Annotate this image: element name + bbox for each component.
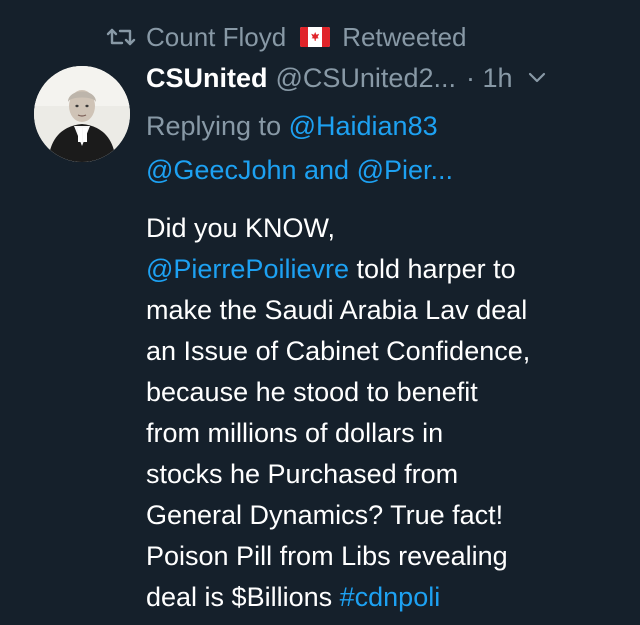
body-line: an Issue of Cabinet Confidence, (146, 336, 531, 366)
body-line: stocks he Purchased from (146, 459, 459, 489)
body-text-segment: told harper to (356, 254, 516, 284)
avatar[interactable] (34, 66, 130, 162)
body-line: deal is $Billions #cdnpoli (146, 577, 616, 618)
body-line: make the Saudi Arabia Lav deal (146, 295, 528, 325)
reply-mention-3[interactable]: @Pier... (357, 155, 453, 185)
tweet-card[interactable]: Count Floyd Retweeted CSUnited @CSUnited… (0, 0, 640, 625)
tweet-content: CSUnited @CSUnited2... · 1h Replying to … (146, 58, 616, 618)
retweet-indicator: Count Floyd Retweeted (106, 20, 467, 54)
body-line: General Dynamics? True fact! (146, 500, 504, 530)
body-text-segment: deal is $Billions (146, 582, 333, 612)
retweet-icon (106, 28, 136, 46)
avatar-image (34, 66, 130, 162)
body-mention[interactable]: @PierrePoilievre (146, 254, 349, 284)
user-handle[interactable]: @CSUnited2... (276, 63, 456, 94)
retweeted-label: Retweeted (342, 21, 467, 52)
reply-and: and (304, 155, 350, 185)
replying-to: Replying to @Haidian83 @GeecJohn and @Pi… (146, 104, 616, 192)
body-line: because he stood to benefit (146, 377, 478, 407)
body-line: @PierrePoilievre told harper to (146, 249, 616, 290)
body-line: from millions of dollars in (146, 418, 444, 448)
body-line: Did you KNOW, (146, 213, 336, 243)
reply-mention-1[interactable]: @Haidian83 (289, 111, 438, 141)
hashtag-link[interactable]: #cdnpoli (340, 582, 441, 612)
reply-prefix: Replying to (146, 111, 282, 141)
body-line: Poison Pill from Libs revealing (146, 541, 508, 571)
display-name[interactable]: CSUnited (146, 63, 268, 94)
timestamp[interactable]: · 1h (466, 63, 513, 94)
tweet-body: Did you KNOW, @PierrePoilievre told harp… (146, 208, 616, 618)
canada-flag-icon (300, 27, 331, 47)
retweeter-name[interactable]: Count Floyd (146, 22, 286, 53)
reply-mention-2[interactable]: @GeecJohn (146, 155, 297, 185)
chevron-down-icon[interactable] (527, 71, 547, 85)
tweet-header: CSUnited @CSUnited2... · 1h (146, 58, 616, 98)
